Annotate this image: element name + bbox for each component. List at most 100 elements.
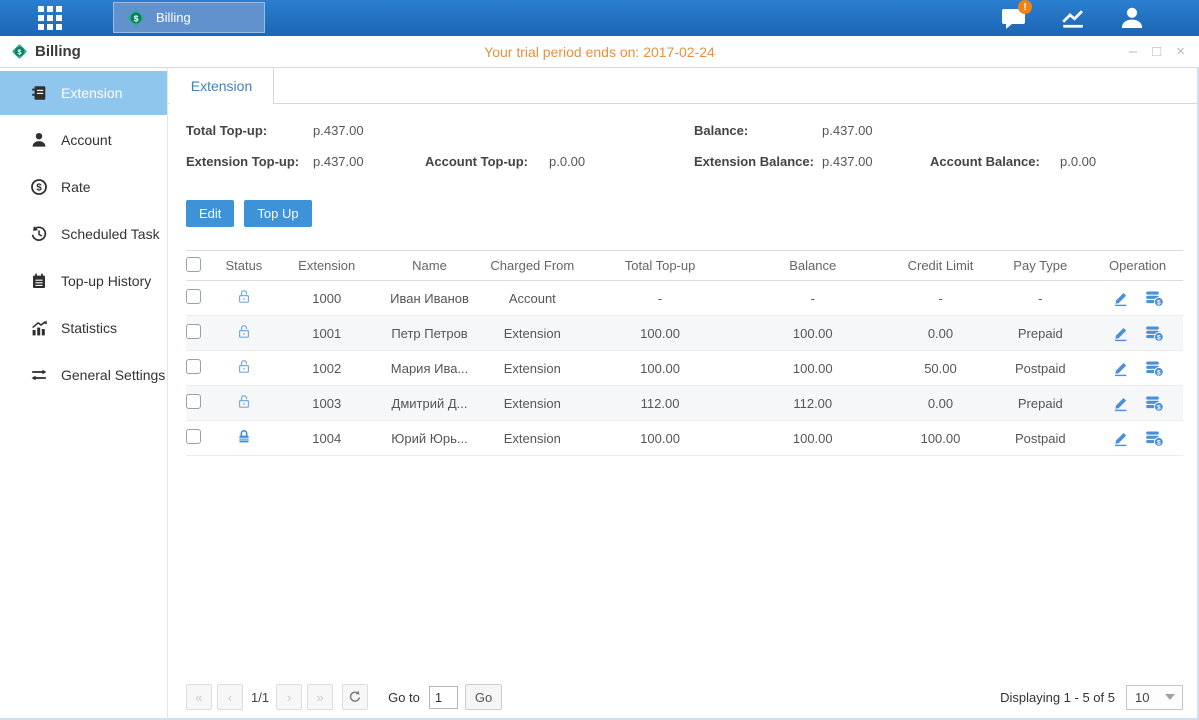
apps-grid-icon[interactable] (38, 6, 62, 30)
status-cell (216, 393, 272, 413)
header-extension: Extension (272, 258, 382, 273)
edit-row-icon[interactable] (1112, 325, 1129, 342)
status-cell (216, 428, 272, 448)
topup-row-icon[interactable]: $ (1145, 360, 1164, 377)
cell-total-topup: 100.00 (587, 326, 733, 341)
extension-topup-value: p.437.00 (313, 154, 364, 169)
balance-label: Balance: (694, 123, 748, 138)
account-icon (30, 131, 48, 149)
next-page-button[interactable]: › (276, 684, 302, 710)
prev-page-button[interactable]: ‹ (217, 684, 243, 710)
account-balance-value: p.0.00 (1060, 154, 1096, 169)
refresh-button[interactable] (342, 684, 368, 710)
topup-row-icon[interactable]: $ (1145, 395, 1164, 412)
topup-history-icon (30, 272, 48, 290)
edit-button[interactable]: Edit (186, 200, 234, 227)
edit-row-icon[interactable] (1112, 290, 1129, 307)
extension-balance-value: p.437.00 (822, 154, 873, 169)
goto-page-input[interactable] (429, 686, 458, 709)
cell-pay-type: Prepaid (988, 326, 1092, 341)
cell-balance: 112.00 (733, 396, 893, 411)
cell-charged-from: Extension (477, 431, 587, 446)
select-all-checkbox[interactable] (186, 257, 201, 272)
cell-credit-limit: 100.00 (893, 431, 989, 446)
cell-pay-type: - (988, 291, 1092, 306)
cell-total-topup: 100.00 (587, 361, 733, 376)
header-credit-limit: Credit Limit (893, 258, 989, 273)
taskbar-tab-label: Billing (156, 10, 191, 25)
cell-extension: 1004 (272, 431, 382, 446)
sidebar-item-rate[interactable]: $ Rate (0, 165, 167, 209)
row-checkbox[interactable] (186, 289, 201, 304)
first-page-button[interactable]: « (186, 684, 212, 710)
billing-diamond-icon: $ (10, 42, 29, 61)
sidebar-item-general-settings[interactable]: General Settings (0, 353, 167, 397)
page-size-select[interactable]: 10 (1126, 685, 1183, 710)
topup-button[interactable]: Top Up (244, 200, 311, 227)
row-checkbox[interactable] (186, 324, 201, 339)
window-title-text: Billing (35, 43, 81, 60)
sidebar-item-statistics[interactable]: Statistics (0, 306, 167, 350)
row-checkbox[interactable] (186, 429, 201, 444)
header-operation: Operation (1092, 258, 1183, 273)
displaying-text: Displaying 1 - 5 of 5 (1000, 690, 1115, 705)
sidebar-item-topup-history[interactable]: Top-up History (0, 259, 167, 303)
notification-badge: ! (1018, 0, 1032, 14)
pagination-bar: « ‹ 1/1 › » Go to Go Displaying 1 - 5 of… (168, 683, 1197, 711)
lock-open-icon (236, 288, 252, 305)
svg-text:$: $ (1157, 299, 1161, 306)
desktop-taskbar: $ Billing ! (0, 0, 1199, 36)
go-button[interactable]: Go (465, 684, 502, 710)
chart-icon[interactable] (1057, 4, 1089, 32)
cell-pay-type: Postpaid (988, 431, 1092, 446)
sidebar-item-account[interactable]: Account (0, 118, 167, 162)
status-cell (216, 323, 272, 343)
cell-credit-limit: - (893, 291, 989, 306)
svg-text:$: $ (1157, 439, 1161, 446)
chat-icon[interactable]: ! (998, 4, 1030, 32)
lock-open-icon (236, 393, 252, 410)
account-balance-label: Account Balance: (930, 154, 1040, 169)
tab-extension[interactable]: Extension (170, 68, 274, 104)
row-checkbox[interactable] (186, 394, 201, 409)
cell-charged-from: Account (477, 291, 587, 306)
goto-label: Go to (388, 690, 420, 705)
taskbar-tab-billing[interactable]: $ Billing (113, 2, 265, 33)
cell-credit-limit: 50.00 (893, 361, 989, 376)
header-charged-from: Charged From (477, 258, 587, 273)
sidebar-item-label: Rate (61, 179, 91, 195)
topup-row-icon[interactable]: $ (1145, 290, 1164, 307)
topup-row-icon[interactable]: $ (1145, 325, 1164, 342)
svg-text:$: $ (1157, 404, 1161, 411)
window-title: $ Billing (10, 42, 81, 61)
topup-row-icon[interactable]: $ (1145, 430, 1164, 447)
header-name: Name (382, 258, 478, 273)
cell-charged-from: Extension (477, 361, 587, 376)
row-checkbox[interactable] (186, 359, 201, 374)
last-page-button[interactable]: » (307, 684, 333, 710)
cell-balance: 100.00 (733, 431, 893, 446)
billing-diamond-icon: $ (125, 7, 147, 29)
edit-row-icon[interactable] (1112, 395, 1129, 412)
cell-pay-type: Postpaid (988, 361, 1092, 376)
cell-extension: 1002 (272, 361, 382, 376)
account-topup-value: p.0.00 (549, 154, 585, 169)
cell-balance: 100.00 (733, 361, 893, 376)
cell-balance: - (733, 291, 893, 306)
sidebar-item-extension[interactable]: Extension (0, 71, 167, 115)
edit-row-icon[interactable] (1112, 360, 1129, 377)
status-cell (216, 288, 272, 308)
cell-charged-from: Extension (477, 396, 587, 411)
table-header: Status Extension Name Charged From Total… (186, 250, 1183, 281)
table-row: 1001 Петр Петров Extension 100.00 100.00… (186, 316, 1183, 351)
close-icon[interactable]: × (1176, 44, 1185, 59)
edit-row-icon[interactable] (1112, 430, 1129, 447)
page-size-value: 10 (1135, 690, 1149, 705)
sidebar-item-scheduled-task[interactable]: Scheduled Task (0, 212, 167, 256)
window-titlebar: $ Billing Your trial period ends on: 201… (0, 36, 1199, 68)
maximize-icon[interactable]: □ (1152, 44, 1161, 59)
user-icon[interactable] (1116, 4, 1148, 32)
cell-total-topup: 112.00 (587, 396, 733, 411)
minimize-icon[interactable]: – (1129, 44, 1137, 59)
extension-balance-label: Extension Balance: (694, 154, 814, 169)
